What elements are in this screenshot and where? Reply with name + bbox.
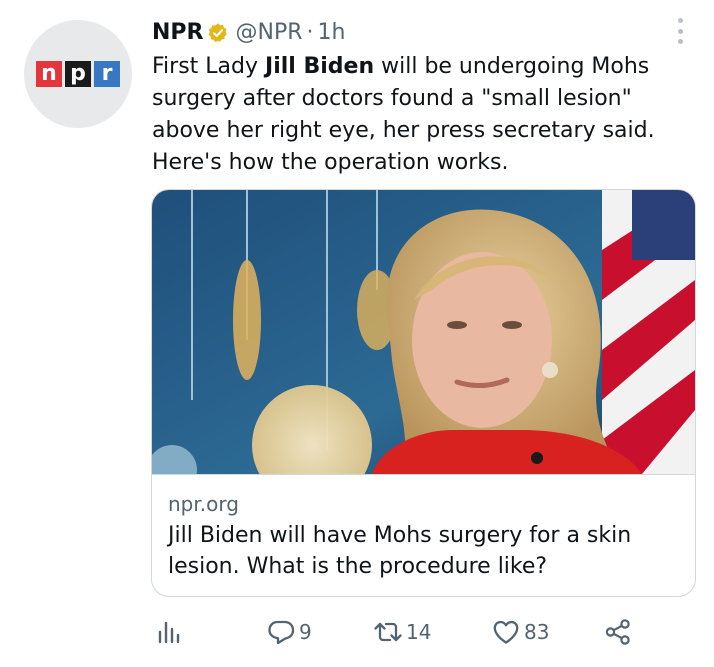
share-icon <box>605 619 630 645</box>
reply-count: 9 <box>299 620 312 644</box>
npr-logo-r: r <box>94 61 120 87</box>
npr-logo-n: n <box>36 61 62 87</box>
retweet-icon <box>374 622 402 642</box>
account-name[interactable]: NPR <box>152 18 203 48</box>
retweet-button[interactable]: 14 <box>374 618 431 646</box>
reply-button[interactable]: 9 <box>267 618 312 646</box>
like-count: 83 <box>524 620 550 644</box>
separator-dot: · <box>306 20 314 45</box>
avatar[interactable]: n p r <box>24 20 132 128</box>
account-handle[interactable]: @NPR <box>235 18 302 48</box>
reply-icon <box>268 620 295 645</box>
tweet-header: NPR @NPR · 1h <box>152 18 345 48</box>
analytics-icon <box>158 621 180 644</box>
npr-logo-p: p <box>65 61 91 87</box>
tweet-text: First Lady Jill Biden will be undergoing… <box>152 51 702 179</box>
card-image <box>152 190 695 475</box>
more-options-icon[interactable] <box>674 18 686 44</box>
like-button[interactable]: 83 <box>492 618 549 646</box>
card-domain: npr.org <box>168 492 239 516</box>
retweet-count: 14 <box>406 620 432 644</box>
npr-logo: n p r <box>36 61 120 87</box>
share-button[interactable] <box>604 618 632 646</box>
analytics-button[interactable] <box>154 618 182 646</box>
link-card[interactable]: npr.org Jill Biden will have Mohs surger… <box>151 189 696 597</box>
tweet-timestamp[interactable]: 1h <box>318 18 346 48</box>
tweet-mention-bold: Jill Biden <box>265 54 375 79</box>
tweet-actions: 9 14 83 <box>152 618 672 654</box>
verified-badge-icon <box>208 23 228 43</box>
tweet-text-start: First Lady <box>152 54 266 79</box>
heart-icon <box>493 620 519 644</box>
card-title: Jill Biden will have Mohs surgery for a … <box>168 523 632 579</box>
